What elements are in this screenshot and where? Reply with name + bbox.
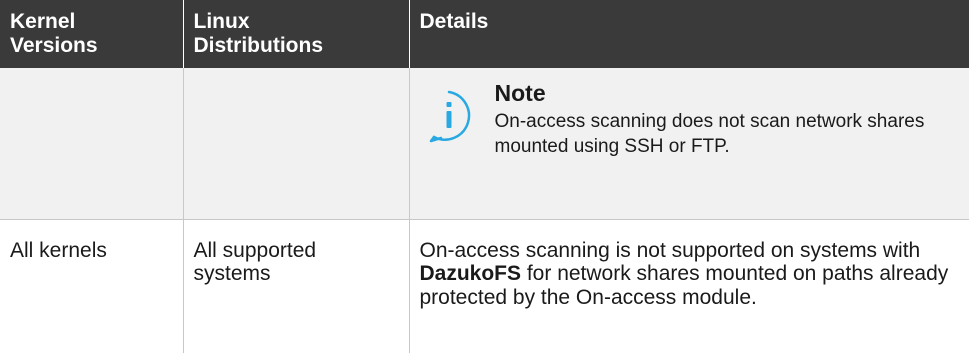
note-row-kernel-cell <box>0 68 184 220</box>
header-linux-distributions: Linux Distributions <box>182 0 409 68</box>
header-details: Details <box>408 0 969 68</box>
note-title: Note <box>494 80 546 106</box>
document-page: Kernel Versions Linux Distributions Deta… <box>0 0 969 353</box>
row-distribution-cell: All supported systems <box>183 219 410 353</box>
row-kernel-cell: All kernels <box>0 219 184 353</box>
note-text: On-access scanning does not scan network… <box>494 111 925 157</box>
table-row: All kernels All supported systems On-acc… <box>0 219 969 353</box>
header-linux-line-1: Linux <box>193 10 250 33</box>
row-distribution-line-2: systems <box>193 262 271 285</box>
row-distribution-line-1: All supported <box>193 238 317 262</box>
header-kernel-line-1: Kernel <box>10 10 76 33</box>
header-kernel-line-2: Versions <box>10 34 98 57</box>
row-details-cell: On-access scanning is not supported on s… <box>409 219 969 353</box>
note-row-details-cell: Note On-access scanning does not scan ne… <box>409 68 969 220</box>
info-icon <box>429 90 470 143</box>
row-details-bold-term: DazukoFS <box>419 262 522 285</box>
header-linux-line-2: Distributions <box>193 34 324 57</box>
row-details-text-before: On-access scanning is not supported on s… <box>419 238 921 262</box>
header-kernel-versions: Kernel Versions <box>0 0 183 68</box>
header-details-label: Details <box>419 10 489 33</box>
note-callout: Note On-access scanning does not scan ne… <box>420 68 960 159</box>
table-row-note: Note On-access scanning does not scan ne… <box>0 68 969 220</box>
note-row-distribution-cell <box>183 68 410 220</box>
compatibility-table: Kernel Versions Linux Distributions Deta… <box>0 0 969 353</box>
table-header-row: Kernel Versions Linux Distributions Deta… <box>0 0 969 68</box>
